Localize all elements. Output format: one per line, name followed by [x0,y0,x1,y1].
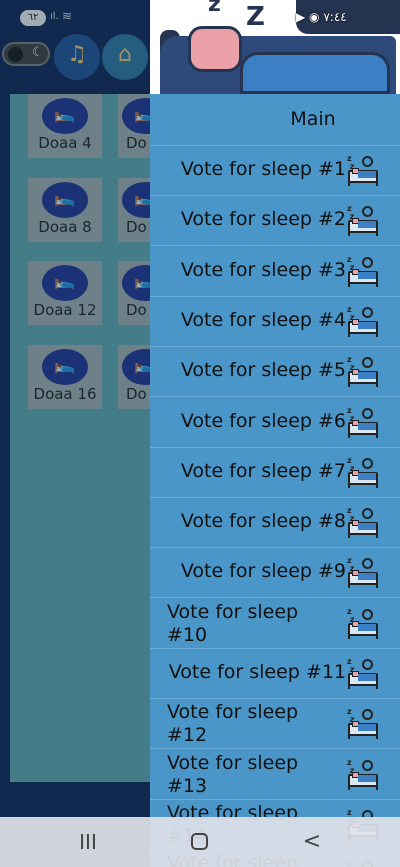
bed-legs-glyph [348,282,378,287]
blanket-glyph [358,472,376,480]
sleep-z-icon: Z [246,2,265,32]
moon-glyph [362,508,373,520]
back-chevron-icon: < [302,829,322,854]
bed-legs-glyph [348,383,378,388]
clock: ٧:٤٤ [323,10,347,24]
pillow [188,26,242,72]
menu-item-label: Vote for sleep #4 [180,308,346,331]
sleeping-bed-icon: z z [346,507,380,539]
drawer-scrim[interactable] [0,0,150,867]
moon-glyph [362,256,373,268]
menu-item-vote-3[interactable]: Vote for sleep #3 z z [150,247,400,297]
navigation-drawer: z Z ▶ ◉ ٧:٤٤ Main Vote for sleep #1 z z Vo… [150,0,400,867]
menu-item-vote-9[interactable]: Vote for sleep #9 z z [150,548,400,599]
menu-item-vote-10[interactable]: Vote for sleep #10 z z [150,599,400,649]
menu-item-vote-4[interactable]: Vote for sleep #4 z z [150,297,400,347]
sleeping-bed-icon: z z [346,607,380,639]
moon-glyph [362,759,373,771]
blanket-glyph [358,171,376,178]
moon-glyph [362,407,373,419]
menu-item-label: Vote for sleep #12 [167,701,299,747]
blanket-glyph [358,724,376,732]
blanket-glyph [358,523,376,531]
moon-glyph [362,457,373,469]
drawer-header-image: z Z ▶ ◉ ٧:٤٤ [150,0,400,94]
blanket-glyph [358,623,376,631]
moon-glyph [362,659,373,670]
menu-item-vote-12[interactable]: Vote for sleep #12 z z [150,699,400,750]
menu-item-vote-13[interactable]: Vote for sleep #13 z z [150,750,400,800]
sleeping-bed-icon: z z [346,305,380,337]
recent-apps-button[interactable]: III [58,827,118,857]
bed-legs-glyph [348,433,378,438]
menu-item-label: Vote for sleep #3 [180,258,346,281]
menu-item-vote-8[interactable]: Vote for sleep #8 z z [150,498,400,549]
blanket-glyph [358,271,376,279]
sleeping-bed-icon: z z [346,708,380,740]
sleeping-bed-icon: z z [346,557,380,589]
menu-item-label: Vote for sleep #2 [180,208,346,231]
home-nav-button[interactable] [170,827,230,857]
sleeping-bed-icon: z z [346,406,380,438]
menu-item-label: Vote for sleep #1 [180,158,346,180]
menu-item-label: Vote for sleep #13 [167,751,299,797]
sleeping-bed-icon: z z [346,155,380,186]
blanket-glyph [358,372,376,380]
menu-item-vote-7[interactable]: Vote for sleep #7 z z [150,448,400,498]
bed-legs-glyph [348,785,378,790]
moon-glyph [362,156,373,167]
menu-item-label: Main [290,108,336,130]
bed-legs-glyph [348,483,378,488]
menu-item-vote-11[interactable]: Vote for sleep #11 z z [150,649,400,699]
bed-legs-glyph [348,232,378,237]
sleeping-bed-icon: z z [346,205,380,237]
recent-apps-icon: III [79,830,97,854]
bed-legs-glyph [348,332,378,337]
sleeping-bed-icon: z z [346,356,380,388]
menu-item-vote-1[interactable]: Vote for sleep #1 z z [150,146,400,196]
home-square-icon [191,833,208,850]
blanket-glyph [358,774,376,782]
blanket-glyph [358,221,376,229]
menu-item-vote-5[interactable]: Vote for sleep #5 z z [150,347,400,398]
moon-glyph [362,306,373,318]
blanket-glyph [358,422,376,430]
back-button[interactable]: < [282,827,342,857]
sleeping-bed-icon: z z [346,255,380,287]
blanket-glyph [358,674,376,681]
menu-item-vote-6[interactable]: Vote for sleep #6 z z [150,398,400,448]
bed-legs-glyph [348,735,378,740]
blanket [240,52,390,94]
moon-glyph [362,357,373,369]
bed-legs-glyph [348,584,378,589]
sleeping-bed-icon: z z [346,456,380,488]
menu-item-label: Vote for sleep #5 [180,359,346,382]
moon-glyph [362,206,373,218]
menu-item-label: Vote for sleep #6 [180,409,346,432]
moon-glyph [362,558,373,570]
sleeping-bed-icon: z z [346,658,380,689]
menu-item-label: Vote for sleep #10 [167,600,299,646]
menu-item-main[interactable]: Main [150,94,400,146]
blanket-glyph [358,321,376,329]
menu-item-label: Vote for sleep #7 [180,459,346,482]
menu-item-vote-2[interactable]: Vote for sleep #2 z z [150,196,400,247]
menu-item-label: Vote for sleep #8 [180,510,346,533]
menu-item-label: Vote for sleep #11 [168,661,346,683]
bed-legs-glyph [348,685,378,689]
moon-glyph [362,608,373,620]
moon-glyph [362,709,373,721]
blanket-glyph [358,573,376,581]
sleep-z-icon: z [208,0,221,17]
sleeping-bed-icon: z z [346,758,380,790]
menu-item-label: Vote for sleep #9 [180,560,346,583]
status-time: ▶ ◉ ٧:٤٤ [296,10,347,24]
bed-legs-glyph [348,634,378,639]
bed-legs-glyph [348,182,378,186]
bed-legs-glyph [348,534,378,539]
system-nav-bar: III < [0,817,400,867]
